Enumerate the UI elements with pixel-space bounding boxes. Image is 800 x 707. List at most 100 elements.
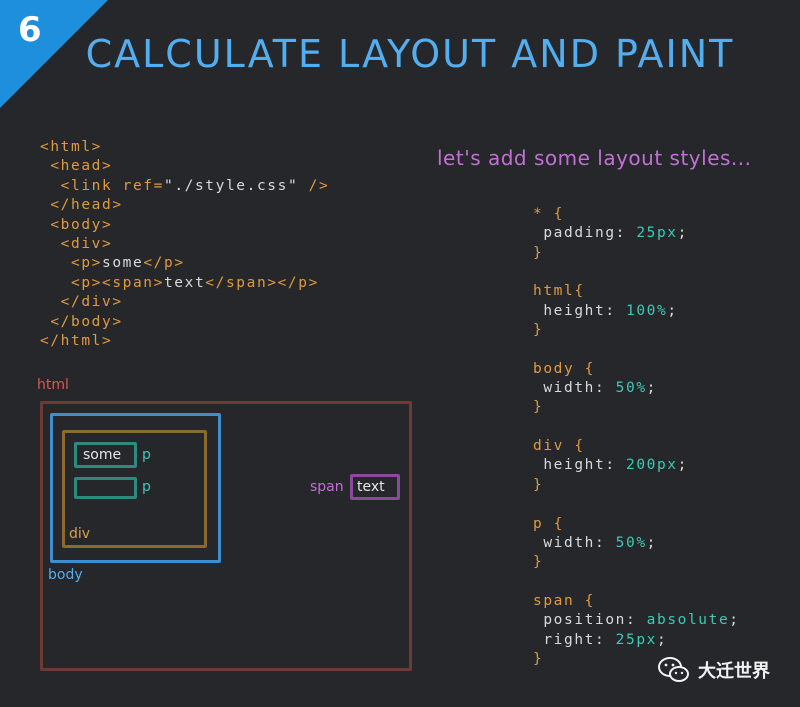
html-code-line: </html> xyxy=(40,332,329,351)
html-code-line: <link ref="./style.css" /> xyxy=(40,177,329,196)
html-code-line: </head> xyxy=(40,196,329,215)
css-code-line-token: ; xyxy=(656,631,668,648)
css-code-line-token: } xyxy=(533,322,544,339)
css-code-line-token xyxy=(533,225,543,241)
html-code-line-token xyxy=(40,294,61,310)
css-code-line-token: 50% xyxy=(615,380,647,397)
html-code-line-token: <p> xyxy=(71,255,102,272)
css-code-line xyxy=(533,573,740,592)
html-code-line-token: </p> xyxy=(143,255,185,272)
html-code-block: <html> <head> <link ref="./style.css" />… xyxy=(40,138,329,351)
html-code-line-token: <body> xyxy=(50,216,113,233)
css-code-line-token: ; xyxy=(646,380,657,397)
css-code-line: } xyxy=(533,244,740,263)
html-code-line: </body> xyxy=(40,313,329,332)
watermark: 大迁世界 xyxy=(658,656,770,684)
css-code-line-token: span { xyxy=(533,592,595,609)
css-code-line-token: 200px xyxy=(625,457,678,474)
css-code-line: padding: 25px; xyxy=(533,224,740,243)
css-code-line-token: } xyxy=(533,476,544,493)
html-code-line-token: <head> xyxy=(50,158,113,175)
html-code-line: <div> xyxy=(40,235,329,254)
html-code-line-token: /> xyxy=(298,177,330,194)
html-code-line: <head> xyxy=(40,157,329,176)
watermark-text: 大迁世界 xyxy=(698,661,770,682)
css-code-line-token: } xyxy=(533,399,544,416)
html-code-line-token: some xyxy=(102,255,144,272)
p-box-span xyxy=(74,477,137,499)
css-code-line-token: position: xyxy=(543,612,647,629)
css-code-line-token: } xyxy=(533,554,544,571)
css-code-line-token: * { xyxy=(533,206,564,222)
css-code-line-token: 25px xyxy=(615,631,657,648)
css-code-line-token: ; xyxy=(677,225,688,242)
css-code-line: body { xyxy=(533,360,740,379)
css-code-line-token: height: xyxy=(543,302,626,319)
html-code-line-token xyxy=(40,178,61,194)
css-code-line: height: 200px; xyxy=(533,456,740,475)
css-code-line-token: ; xyxy=(729,612,740,629)
html-code-line-token: </div> xyxy=(60,294,123,311)
html-code-line-token: <div> xyxy=(60,236,113,253)
css-code-line-token xyxy=(533,303,543,319)
div-box-label: div xyxy=(69,526,91,542)
css-code-line: * { xyxy=(533,205,740,224)
css-code-line xyxy=(533,340,740,359)
body-box-label: body xyxy=(48,567,83,583)
css-code-line-token: } xyxy=(533,244,544,261)
css-code-line xyxy=(533,418,740,437)
html-code-line-token xyxy=(40,158,50,174)
css-code-line: width: 50%; xyxy=(533,379,740,398)
css-code-line-token: height: xyxy=(543,457,626,474)
css-code-line-token: 50% xyxy=(615,534,647,551)
layout-note: let's add some layout styles... xyxy=(437,146,752,170)
html-code-line: <html> xyxy=(40,138,329,157)
css-code-line-token: html{ xyxy=(533,283,585,300)
html-code-line-token: </html> xyxy=(40,333,113,350)
css-code-line: position: absolute; xyxy=(533,611,740,630)
css-code-line: p { xyxy=(533,515,740,534)
span-box-text: text xyxy=(357,479,385,495)
css-code-line-token: padding: xyxy=(543,225,637,242)
css-code-line-token: } xyxy=(533,650,544,667)
html-code-line-token xyxy=(40,236,61,252)
html-box-label: html xyxy=(37,377,69,393)
css-code-line: } xyxy=(533,321,740,340)
css-code-line-token: width: xyxy=(543,380,616,397)
wechat-icon xyxy=(658,657,689,682)
css-code-line: height: 100%; xyxy=(533,302,740,321)
css-code-line-token xyxy=(533,612,543,628)
css-code-line-token xyxy=(533,535,543,551)
css-code-line: div { xyxy=(533,437,740,456)
css-code-line: } xyxy=(533,398,740,417)
css-code-line: html{ xyxy=(533,282,740,301)
css-code-line-token: div { xyxy=(533,438,585,455)
html-code-line-token xyxy=(40,314,50,330)
html-code-line-token: <p><span> xyxy=(71,274,164,291)
html-code-line: <p>some</p> xyxy=(40,254,329,273)
css-code-line-token: ; xyxy=(646,534,657,551)
html-code-line-token xyxy=(40,197,50,213)
css-code-line xyxy=(533,495,740,514)
css-code-line-token xyxy=(533,632,543,648)
html-code-line-token: </body> xyxy=(50,313,123,330)
html-code-line: <body> xyxy=(40,216,329,235)
css-code-line-token: width: xyxy=(543,534,616,551)
css-code-line-token: right: xyxy=(543,631,616,648)
html-code-line-token: <html> xyxy=(40,139,102,155)
html-code-line-token: "./style.css" xyxy=(163,177,299,194)
css-code-line: width: 50%; xyxy=(533,534,740,553)
css-code-line-token: body { xyxy=(533,360,595,377)
css-code-line-token: ; xyxy=(677,457,688,474)
css-code-line-token: 25px xyxy=(636,225,678,242)
html-code-line-token: </head> xyxy=(50,197,123,214)
html-code-line-token: </span></p> xyxy=(205,274,319,291)
html-code-line-token xyxy=(40,217,50,233)
html-code-line-token xyxy=(40,275,71,291)
css-code-line-token: p { xyxy=(533,515,564,532)
p-box-some-text: some xyxy=(83,447,122,463)
html-code-line: <p><span>text</span></p> xyxy=(40,274,329,293)
span-box-label: span xyxy=(310,479,344,495)
css-code-line-token: 100% xyxy=(625,302,668,319)
css-code-line-token: ; xyxy=(667,302,678,319)
